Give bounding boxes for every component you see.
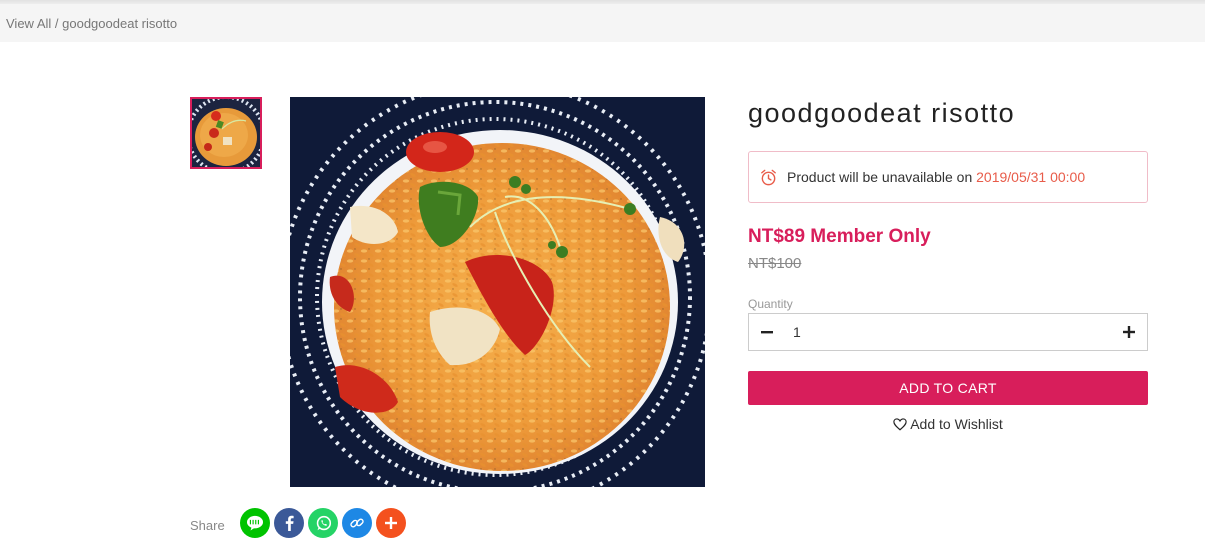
heart-outline-icon	[893, 418, 907, 431]
breadcrumb-view-all-link[interactable]: View All	[6, 16, 51, 31]
thumbnail-image	[192, 99, 260, 167]
share-label: Share	[190, 518, 225, 533]
quantity-stepper	[748, 313, 1148, 351]
line-icon	[247, 515, 263, 531]
product-title: goodgoodeat risotto	[748, 98, 1016, 128]
wishlist-label: Add to Wishlist	[910, 416, 1003, 432]
quantity-increase-button[interactable]	[1111, 314, 1147, 350]
breadcrumb-current: goodgoodeat risotto	[62, 16, 178, 31]
quantity-label: Quantity	[748, 297, 793, 311]
product-thumbnail[interactable]	[190, 97, 262, 169]
product-main-image	[290, 97, 705, 487]
plus-icon	[385, 517, 397, 529]
share-more-button[interactable]	[376, 508, 406, 538]
notice-date: 2019/05/31 00:00	[976, 169, 1086, 185]
minus-icon	[761, 331, 773, 334]
risotto-image	[290, 97, 705, 487]
alarm-clock-icon	[761, 169, 776, 186]
add-to-wishlist-link[interactable]: Add to Wishlist	[748, 416, 1148, 432]
facebook-icon	[285, 515, 294, 531]
notice-text: Product will be unavailable on 2019/05/3…	[787, 169, 1085, 185]
breadcrumb-separator: /	[51, 16, 63, 31]
member-price: NT$89 Member Only	[748, 226, 931, 247]
share-whatsapp-button[interactable]	[308, 508, 338, 538]
share-line-button[interactable]	[240, 508, 270, 538]
link-icon	[350, 518, 364, 528]
availability-notice: Product will be unavailable on 2019/05/3…	[748, 151, 1148, 203]
notice-prefix: Product will be unavailable on	[787, 169, 977, 185]
plus-icon	[1123, 326, 1135, 338]
quantity-decrease-button[interactable]	[749, 314, 785, 350]
breadcrumb-bar: View All / goodgoodeat risotto	[0, 4, 1205, 42]
breadcrumb: View All / goodgoodeat risotto	[6, 16, 177, 31]
quantity-input[interactable]	[793, 322, 1093, 342]
share-copy-link-button[interactable]	[342, 508, 372, 538]
add-to-cart-button[interactable]: ADD TO CART	[748, 371, 1148, 405]
share-facebook-button[interactable]	[274, 508, 304, 538]
original-price: NT$100	[748, 255, 802, 272]
whatsapp-icon	[316, 515, 331, 530]
